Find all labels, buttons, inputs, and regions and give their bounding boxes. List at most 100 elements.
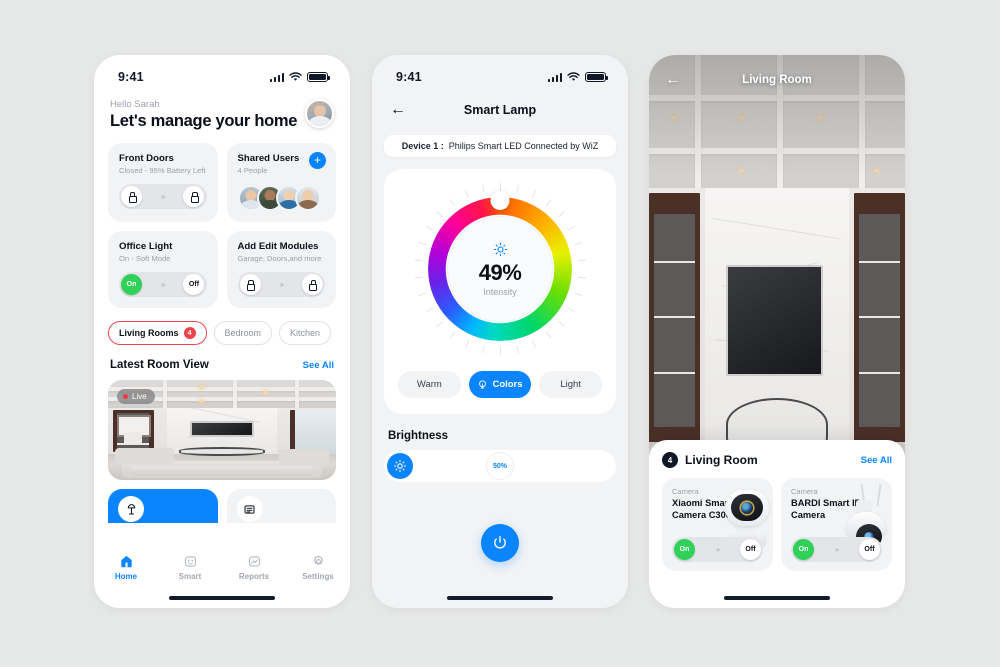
room-chip-label: Bedroom xyxy=(224,328,262,338)
device-pill[interactable]: Device 1 : Philips Smart LED Connected b… xyxy=(384,135,616,157)
door-lock-switch[interactable]: ›› xyxy=(119,184,207,209)
tab-smart[interactable]: Smart xyxy=(167,554,213,581)
lock-icon xyxy=(308,280,318,291)
tab-settings[interactable]: Settings xyxy=(295,554,341,581)
modules-switch[interactable]: ›› xyxy=(237,272,325,297)
tab-home[interactable]: Home xyxy=(103,554,149,581)
mode-label: Colors xyxy=(492,379,523,390)
status-bar-icons xyxy=(547,71,608,83)
lock-knob-left[interactable] xyxy=(121,186,142,207)
lock-knob-left[interactable] xyxy=(239,274,261,295)
tile-title: Add Edit Modules xyxy=(237,241,319,252)
tile-office-light[interactable]: Office Light On - Soft Mode On ›› Off xyxy=(108,231,218,308)
device-name: Philips Smart LED Connected by WiZ xyxy=(448,141,599,151)
switch-chevron: ›› xyxy=(161,280,165,289)
avatar[interactable] xyxy=(294,185,321,211)
room-devices-sheet: 4 Living Room See All Camera Xiaomi Smar… xyxy=(649,440,905,608)
tile-front-doors[interactable]: Front Doors Closed - 95% Battery Left ›› xyxy=(108,143,218,222)
toggle-on-label: On xyxy=(798,546,809,553)
toggle-off-button[interactable]: Off xyxy=(183,274,205,295)
see-all-link[interactable]: See All xyxy=(861,455,892,466)
reports-icon xyxy=(248,556,260,567)
phone-screen-smart-lamp: 9:41 ← Smart Lamp Device 1 : Philips Sma… xyxy=(372,55,628,608)
lamp-icon xyxy=(118,496,144,522)
room-chip-label: Kitchen xyxy=(290,328,321,338)
room-chip-living-rooms[interactable]: Living Rooms 4 xyxy=(108,321,207,345)
home-icon xyxy=(120,555,132,568)
camera-card-xiaomi[interactable]: Camera Xiaomi Smart Camera C300 On ›› Of… xyxy=(662,478,773,571)
switch-chevron: ›› xyxy=(834,545,839,554)
latest-room-view-image[interactable]: Live xyxy=(108,380,336,480)
color-ring-handle[interactable] xyxy=(490,191,510,210)
nav-bar: ← Living Room xyxy=(649,69,905,91)
battery-icon xyxy=(585,71,608,83)
switch-chevron: ›› xyxy=(161,192,165,201)
section-header-latest-room-view: Latest Room View See All xyxy=(108,359,336,371)
switch-chevron: ›› xyxy=(715,545,720,554)
toggle-on-button[interactable]: On xyxy=(793,539,814,560)
lock-knob-right[interactable] xyxy=(301,274,323,295)
room-chip-badge: 4 xyxy=(183,327,196,339)
power-icon xyxy=(494,536,506,549)
nav-bar: ← Smart Lamp xyxy=(372,89,628,123)
room-chip-bedroom[interactable]: Bedroom xyxy=(213,321,273,345)
color-wheel-card: 49% Intensity Warm Colors Light xyxy=(384,169,616,414)
toggle-on-button[interactable]: On xyxy=(674,539,695,560)
brightness-slider[interactable]: 50% xyxy=(384,450,616,482)
blinds-icon xyxy=(236,496,263,522)
toggle-on-button[interactable]: On xyxy=(121,274,142,295)
avatar[interactable] xyxy=(305,99,334,128)
live-badge: Live xyxy=(117,389,155,404)
office-light-switch[interactable]: On ›› Off xyxy=(119,272,207,297)
lock-knob-right[interactable] xyxy=(183,186,205,207)
mode-warm[interactable]: Warm xyxy=(398,371,461,398)
status-bar-time: 9:41 xyxy=(396,70,422,84)
brightness-slider-handle[interactable] xyxy=(387,453,413,479)
brightness-sun-icon xyxy=(493,242,507,256)
quick-tile-blinds[interactable] xyxy=(226,489,336,523)
tab-reports[interactable]: Reports xyxy=(231,554,277,581)
live-label: Live xyxy=(132,392,147,401)
cellular-signal-icon xyxy=(269,72,284,82)
quick-tile-lamp[interactable] xyxy=(108,489,218,523)
add-user-button[interactable]: + xyxy=(309,152,326,169)
room-chip-kitchen[interactable]: Kitchen xyxy=(279,321,332,345)
cellular-signal-icon xyxy=(547,72,562,82)
camera-cards: Camera Xiaomi Smart Camera C300 On ›› Of… xyxy=(662,478,892,571)
tile-add-edit-modules[interactable]: Add Edit Modules Garage, Doors,and more … xyxy=(226,231,336,308)
wifi-icon xyxy=(567,72,580,81)
nav-title: Living Room xyxy=(742,74,812,86)
mode-light[interactable]: Light xyxy=(539,371,603,398)
camera-power-switch[interactable]: On ›› Off xyxy=(672,537,763,562)
status-bar-time: 9:41 xyxy=(118,70,144,84)
toggle-off-button[interactable]: Off xyxy=(739,539,761,560)
lock-icon xyxy=(246,280,255,291)
sheet-header: 4 Living Room See All xyxy=(662,452,892,468)
camera-card-bardi[interactable]: Camera BARDI Smart IP Camera On ›› Off xyxy=(781,478,892,571)
camera-power-switch[interactable]: On ›› Off xyxy=(791,537,882,562)
tile-title: Front Doors xyxy=(119,153,174,164)
screenshot-stage: 9:41 Hello Sarah Let's manage your home xyxy=(0,0,1000,667)
see-all-link[interactable]: See All xyxy=(303,360,334,371)
phone-screen-room-camera: ← Living Room 4 Living Room See All Came… xyxy=(649,55,905,608)
status-bar: 9:41 xyxy=(94,55,350,89)
power-button[interactable] xyxy=(481,524,519,562)
room-filter-tabs: Living Rooms 4 Bedroom Kitchen Bathroom xyxy=(108,321,336,345)
sheet-header-left: 4 Living Room xyxy=(662,452,758,468)
bottom-tab-bar: Home Smart Reports Settings xyxy=(94,546,350,608)
home-indicator xyxy=(169,596,275,600)
tile-shared-users[interactable]: Shared Users 4 People + xyxy=(226,143,336,222)
mode-label: Warm xyxy=(416,379,442,390)
toggle-off-button[interactable]: Off xyxy=(858,539,880,560)
color-wheel[interactable]: 49% Intensity xyxy=(414,183,587,355)
sheet-title: Living Room xyxy=(685,453,758,467)
mode-colors[interactable]: Colors xyxy=(468,371,532,398)
tiles-grid: Front Doors Closed - 95% Battery Left ››… xyxy=(108,143,336,308)
brightness-title: Brightness xyxy=(388,430,449,442)
mode-toggle-group: Warm Colors Light xyxy=(384,371,616,398)
tab-label: Smart xyxy=(178,572,202,581)
page-title: Let's manage your home xyxy=(110,112,298,130)
intensity-value: 49% xyxy=(478,259,522,285)
wifi-icon xyxy=(289,72,302,81)
intensity-readout: 49% Intensity xyxy=(447,216,553,322)
